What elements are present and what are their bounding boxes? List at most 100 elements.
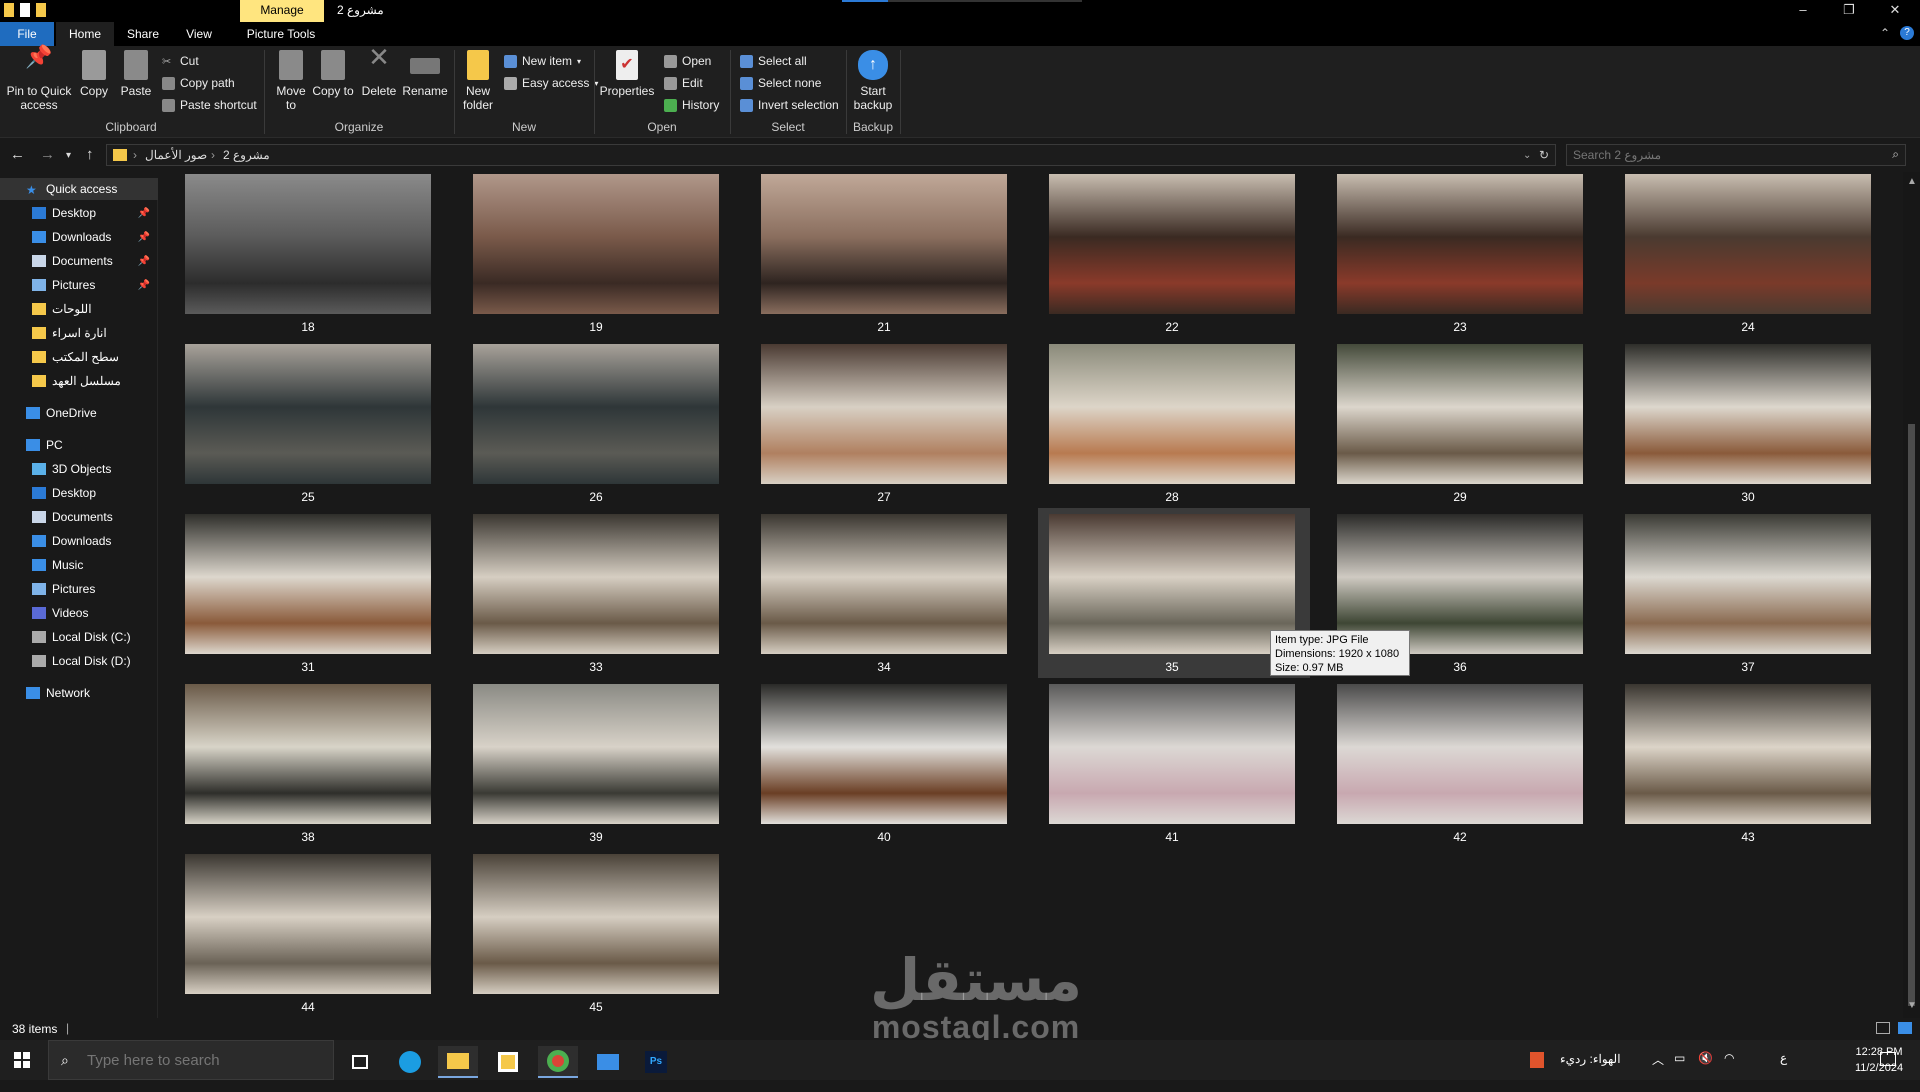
nav-item-4[interactable]: اللوحات — [0, 298, 158, 320]
copy-button[interactable]: Copy — [76, 50, 112, 98]
file-thumbnail[interactable]: 41 — [1049, 684, 1295, 844]
notifications-icon[interactable] — [1880, 1052, 1896, 1066]
pin-quick-access-button[interactable]: 📌 Pin to Quick access — [4, 46, 74, 113]
nav-item-2[interactable]: Documents 📌 — [0, 250, 158, 272]
nav-item-3[interactable]: Pictures 📌 — [0, 274, 158, 296]
nav-item-7[interactable]: مسلسل العهد — [0, 370, 158, 392]
edge-icon[interactable] — [390, 1046, 430, 1078]
file-thumbnail[interactable]: 45 — [473, 854, 719, 1014]
new-folder-icon[interactable] — [36, 3, 46, 17]
properties-icon[interactable] — [20, 3, 30, 17]
image-preview[interactable] — [185, 174, 431, 314]
nav-pc-item-3[interactable]: Downloads — [0, 530, 158, 552]
image-preview[interactable] — [473, 854, 719, 994]
file-explorer-icon[interactable] — [438, 1046, 478, 1078]
file-thumbnail[interactable]: 37 — [1625, 514, 1871, 674]
nav-item-5[interactable]: انارة اسراء — [0, 322, 158, 344]
file-thumbnail[interactable]: 25 — [185, 344, 431, 504]
up-arrow-icon[interactable]: ↑ — [86, 146, 94, 163]
image-preview[interactable] — [1337, 344, 1583, 484]
nav-pc[interactable]: PC — [0, 434, 158, 456]
file-thumbnail[interactable]: 26 — [473, 344, 719, 504]
move-to-button[interactable]: Move to — [270, 50, 312, 112]
file-thumbnail[interactable]: 43 — [1625, 684, 1871, 844]
file-thumbnail[interactable]: 28 — [1049, 344, 1295, 504]
nav-item-0[interactable]: Desktop 📌 — [0, 202, 158, 224]
file-thumbnail[interactable]: 27 — [761, 344, 1007, 504]
paste-button[interactable]: Paste — [116, 50, 156, 98]
nav-quick-access[interactable]: ★ Quick access — [0, 178, 158, 200]
invert-selection-button[interactable]: Invert selection — [740, 98, 839, 112]
properties-button[interactable]: ✔ Properties — [598, 50, 656, 98]
minimize-button[interactable]: – — [1780, 0, 1826, 22]
image-preview[interactable] — [1625, 684, 1871, 824]
tab-share[interactable]: Share — [118, 22, 168, 46]
nav-item-6[interactable]: سطح المكتب — [0, 346, 158, 368]
image-preview[interactable] — [761, 684, 1007, 824]
nav-item-1[interactable]: Downloads 📌 — [0, 226, 158, 248]
details-view-icon[interactable] — [1876, 1022, 1890, 1034]
task-view-icon[interactable] — [340, 1046, 380, 1078]
volume-muted-icon[interactable]: 🔇 — [1698, 1051, 1713, 1091]
image-preview[interactable] — [1625, 514, 1871, 654]
image-preview[interactable] — [1049, 344, 1295, 484]
start-backup-button[interactable]: ↑ Start backup — [850, 50, 896, 112]
chrome-icon[interactable] — [538, 1046, 578, 1078]
scroll-down-icon[interactable]: ▼ — [1907, 1000, 1917, 1011]
vertical-scrollbar[interactable]: ▲ ▼ — [1903, 172, 1920, 1018]
easy-access-button[interactable]: Easy access ▾ — [504, 76, 598, 90]
large-icons-view-icon[interactable] — [1898, 1022, 1912, 1034]
tab-file[interactable]: File — [0, 22, 54, 46]
windows-start-icon[interactable] — [14, 1052, 30, 1068]
file-thumbnail[interactable]: 38 — [185, 684, 431, 844]
taskbar-search-input[interactable] — [87, 1049, 327, 1071]
new-folder-button[interactable]: New folder — [458, 50, 498, 112]
nav-pc-item-5[interactable]: Pictures — [0, 578, 158, 600]
select-none-button[interactable]: Select none — [740, 76, 821, 90]
image-preview[interactable] — [185, 514, 431, 654]
nav-pc-item-2[interactable]: Documents — [0, 506, 158, 528]
edit-button[interactable]: Edit — [664, 76, 703, 90]
image-preview[interactable] — [185, 684, 431, 824]
cut-button[interactable]: ✂ Cut — [162, 54, 199, 68]
file-thumbnail[interactable]: 39 — [473, 684, 719, 844]
maximize-button[interactable]: ❐ — [1826, 0, 1872, 22]
file-thumbnail[interactable]: 35 — [1049, 514, 1295, 674]
scroll-up-icon[interactable]: ▲ — [1907, 176, 1917, 187]
recent-locations-icon[interactable]: ▾ — [66, 150, 71, 161]
file-thumbnail[interactable]: 24 — [1625, 174, 1871, 334]
photoshop-icon[interactable]: Ps — [636, 1046, 676, 1078]
folder-icon[interactable] — [4, 3, 14, 17]
image-preview[interactable] — [1625, 174, 1871, 314]
paste-shortcut-button[interactable]: Paste shortcut — [162, 98, 257, 112]
image-preview[interactable] — [1049, 174, 1295, 314]
close-button[interactable]: ✕ — [1872, 0, 1918, 22]
copy-to-button[interactable]: Copy to — [312, 50, 354, 98]
file-thumbnail[interactable]: 44 — [185, 854, 431, 1014]
nav-onedrive[interactable]: OneDrive — [0, 402, 158, 424]
history-button[interactable]: History — [664, 98, 719, 112]
nav-pc-item-1[interactable]: Desktop — [0, 482, 158, 504]
nav-pc-item-8[interactable]: Local Disk (D:) — [0, 650, 158, 672]
tab-view[interactable]: View — [176, 22, 222, 46]
file-thumbnail[interactable]: 22 — [1049, 174, 1295, 334]
nav-pc-item-0[interactable]: 3D Objects — [0, 458, 158, 480]
delete-button[interactable]: ✕ Delete — [358, 44, 400, 98]
image-preview[interactable] — [473, 684, 719, 824]
clock[interactable]: 12:28 PM 11/2/2024 — [1838, 1044, 1920, 1076]
mail-icon[interactable] — [588, 1046, 628, 1078]
search-input[interactable] — [1567, 145, 1867, 165]
file-thumbnail[interactable]: 23 — [1337, 174, 1583, 334]
nav-network[interactable]: Network — [0, 682, 158, 704]
store-icon[interactable] — [488, 1046, 528, 1078]
file-thumbnail[interactable]: 34 — [761, 514, 1007, 674]
language-indicator[interactable]: ع — [1780, 1051, 1787, 1091]
collapse-ribbon-icon[interactable]: ⌃ — [1880, 26, 1890, 40]
wifi-icon[interactable]: ◠ — [1724, 1051, 1734, 1091]
nav-pc-item-7[interactable]: Local Disk (C:) — [0, 626, 158, 648]
file-thumbnail[interactable]: 21 — [761, 174, 1007, 334]
image-preview[interactable] — [185, 344, 431, 484]
image-preview[interactable] — [761, 514, 1007, 654]
scroll-thumb[interactable] — [1908, 424, 1915, 1006]
file-thumbnail[interactable]: 18 — [185, 174, 431, 334]
